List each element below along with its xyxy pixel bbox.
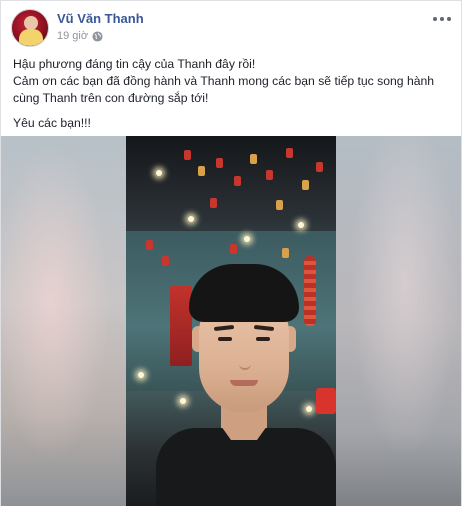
lantern-decor [234, 176, 241, 186]
person-hair [189, 264, 299, 322]
post-video[interactable] [1, 136, 461, 506]
post-text-line: Cảm ơn các bạn đã đồng hành và Thanh mon… [13, 74, 435, 88]
post-text-line: Hậu phương đáng tin cậy của Thanh đây rồ… [13, 57, 256, 71]
red-lamp-decor [316, 388, 336, 414]
string-light [138, 372, 144, 378]
string-light [306, 406, 312, 412]
string-light [180, 398, 186, 404]
lantern-decor [146, 240, 153, 250]
mouth [230, 380, 258, 386]
post-text: Hậu phương đáng tin cậy của Thanh đây rồ… [13, 56, 453, 132]
string-light [188, 216, 194, 222]
lantern-decor [184, 150, 191, 160]
post-closing: Yêu các bạn!!! [13, 116, 91, 130]
facebook-post: Vũ Văn Thanh 19 giờ Hậu phương đáng tin … [0, 0, 462, 506]
lantern-decor [302, 180, 309, 190]
lantern-decor [266, 170, 273, 180]
string-light [244, 236, 250, 242]
lantern-decor [216, 158, 223, 168]
globe-icon[interactable] [92, 30, 103, 42]
nose [239, 350, 251, 370]
author-name[interactable]: Vũ Văn Thanh [57, 11, 144, 26]
red-sign-decor [170, 286, 192, 366]
video-frame[interactable] [126, 136, 336, 506]
post-time[interactable]: 19 giờ [57, 30, 88, 42]
string-light [298, 222, 304, 228]
lantern-decor [210, 198, 217, 208]
more-options-icon[interactable] [433, 13, 451, 25]
video-blur-right [336, 136, 461, 506]
post-header: Vũ Văn Thanh 19 giờ [11, 9, 451, 49]
lantern-decor [198, 166, 205, 176]
post-text-line: cùng Thanh trên con đường sắp tới! [13, 91, 209, 105]
avatar[interactable] [11, 9, 49, 47]
chili-string-decor [304, 256, 316, 326]
avatar-jersey [19, 29, 43, 46]
lantern-decor [250, 154, 257, 164]
lantern-decor [230, 244, 237, 254]
lantern-decor [286, 148, 293, 158]
lantern-decor [162, 256, 169, 266]
avatar-face [24, 16, 38, 30]
video-blur-left [1, 136, 126, 506]
lantern-decor [282, 248, 289, 258]
eye [218, 337, 232, 341]
lantern-decor [316, 162, 323, 172]
post-meta: 19 giờ [57, 30, 103, 42]
shirt-collar [221, 426, 267, 442]
eye [256, 337, 270, 341]
lantern-decor [276, 200, 283, 210]
string-light [156, 170, 162, 176]
